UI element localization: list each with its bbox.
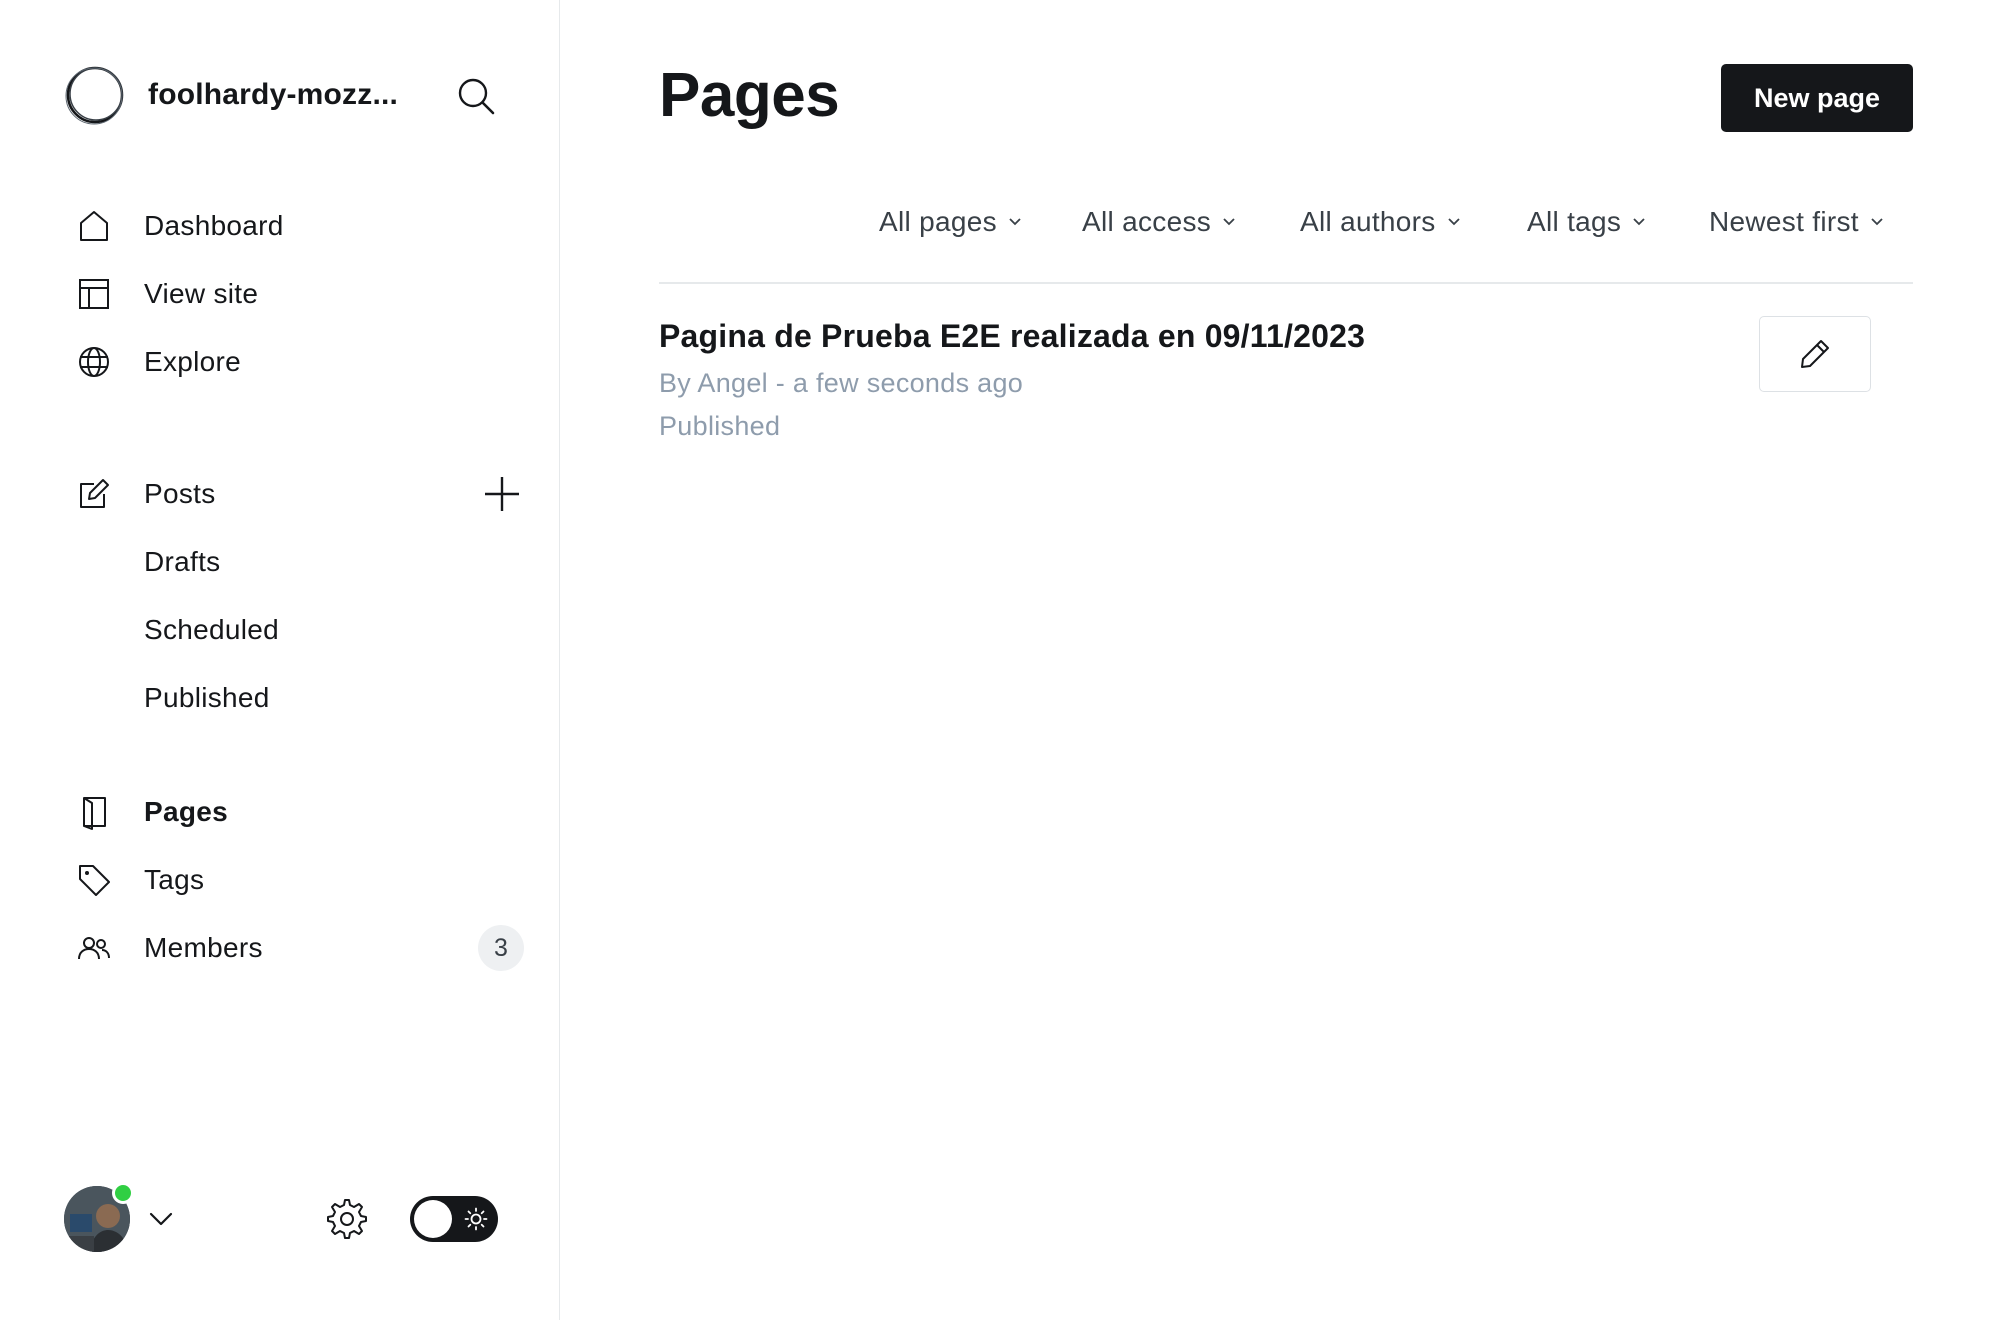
secondary-nav: Pages Tags Members 3 <box>72 778 524 982</box>
nav-item-tags[interactable]: Tags <box>72 846 512 914</box>
nav-item-pages[interactable]: Pages <box>72 778 512 846</box>
primary-nav: Dashboard View site Explore <box>72 192 512 396</box>
chevron-down-icon <box>1009 218 1021 226</box>
filter-bar: All pages All access All authors All tag… <box>561 200 1913 250</box>
layout-icon <box>72 272 116 316</box>
filter-access-dropdown[interactable]: All access <box>1082 206 1237 238</box>
filter-type-dropdown[interactable]: All pages <box>879 206 1023 238</box>
tag-icon <box>72 858 116 902</box>
chevron-down-icon[interactable] <box>146 1204 176 1234</box>
nav-label-posts: Posts <box>144 478 216 509</box>
nav-label-view-site: View site <box>144 278 259 309</box>
nav-label-published: Published <box>144 682 270 713</box>
chevron-down-icon <box>1633 218 1645 226</box>
filter-type-label: All pages <box>879 206 997 237</box>
nav-label-tags: Tags <box>144 864 205 895</box>
page-item-status: Published <box>659 411 781 441</box>
nav-label-members: Members <box>144 932 263 963</box>
nav-item-members[interactable]: Members 3 <box>72 914 524 982</box>
nav-label-dashboard: Dashboard <box>144 210 284 241</box>
sidebar-footer <box>64 1182 504 1252</box>
site-brand[interactable]: foolhardy-mozz... <box>64 64 398 126</box>
nav-item-drafts[interactable]: Drafts <box>72 528 512 596</box>
nav-label-explore: Explore <box>144 346 242 377</box>
nav-label-drafts: Drafts <box>144 546 221 577</box>
members-icon <box>72 926 116 970</box>
sort-order-dropdown[interactable]: Newest first <box>1709 206 1885 238</box>
new-page-button[interactable]: New page <box>1721 64 1913 132</box>
filter-authors-label: All authors <box>1300 206 1436 237</box>
online-status-indicator <box>112 1182 134 1204</box>
site-name: foolhardy-mozz... <box>148 78 399 111</box>
nav-label-pages: Pages <box>144 796 228 827</box>
filter-authors-dropdown[interactable]: All authors <box>1300 206 1462 238</box>
page-item-meta: By Angel - a few seconds ago <box>659 368 1024 398</box>
globe-icon <box>72 340 116 384</box>
filter-tags-label: All tags <box>1527 206 1622 237</box>
nav-item-published[interactable]: Published <box>72 664 512 732</box>
theme-toggle[interactable] <box>410 1196 498 1242</box>
filter-tags-dropdown[interactable]: All tags <box>1527 206 1647 238</box>
sidebar: foolhardy-mozz... Dashboard View site Ex… <box>0 0 560 1320</box>
nav-item-view-site[interactable]: View site <box>72 260 512 328</box>
page-icon <box>72 790 116 834</box>
edit-icon <box>72 472 116 516</box>
nav-item-dashboard[interactable]: Dashboard <box>72 192 512 260</box>
nav-item-explore[interactable]: Explore <box>72 328 512 396</box>
posts-nav: Posts Drafts Scheduled Published <box>72 460 519 732</box>
sort-order-label: Newest first <box>1709 206 1859 237</box>
members-count-badge: 3 <box>478 925 524 971</box>
gear-icon[interactable] <box>324 1196 370 1242</box>
nav-item-posts[interactable]: Posts <box>72 460 519 528</box>
nav-item-scheduled[interactable]: Scheduled <box>72 596 512 664</box>
chevron-down-icon <box>1447 218 1460 226</box>
page-list-item[interactable]: Pagina de Prueba E2E realizada en 09/11/… <box>659 310 1913 450</box>
add-post-plus-icon[interactable] <box>480 472 524 516</box>
main-content: Pages New page All pages All access All … <box>561 0 2000 1320</box>
page-title: Pages <box>659 61 840 130</box>
page-item-title[interactable]: Pagina de Prueba E2E realizada en 09/11/… <box>659 318 1365 355</box>
filter-access-label: All access <box>1082 206 1212 237</box>
home-icon <box>72 204 116 248</box>
list-divider <box>659 282 1913 284</box>
sun-icon <box>464 1207 488 1231</box>
nav-label-scheduled: Scheduled <box>144 614 280 645</box>
pencil-icon <box>1801 340 1829 368</box>
edit-page-button[interactable] <box>1759 316 1871 392</box>
toggle-knob <box>414 1200 452 1238</box>
chevron-down-icon <box>1871 218 1883 226</box>
chevron-down-icon <box>1223 218 1235 226</box>
site-logo-icon <box>65 66 124 125</box>
search-icon[interactable] <box>454 74 498 118</box>
